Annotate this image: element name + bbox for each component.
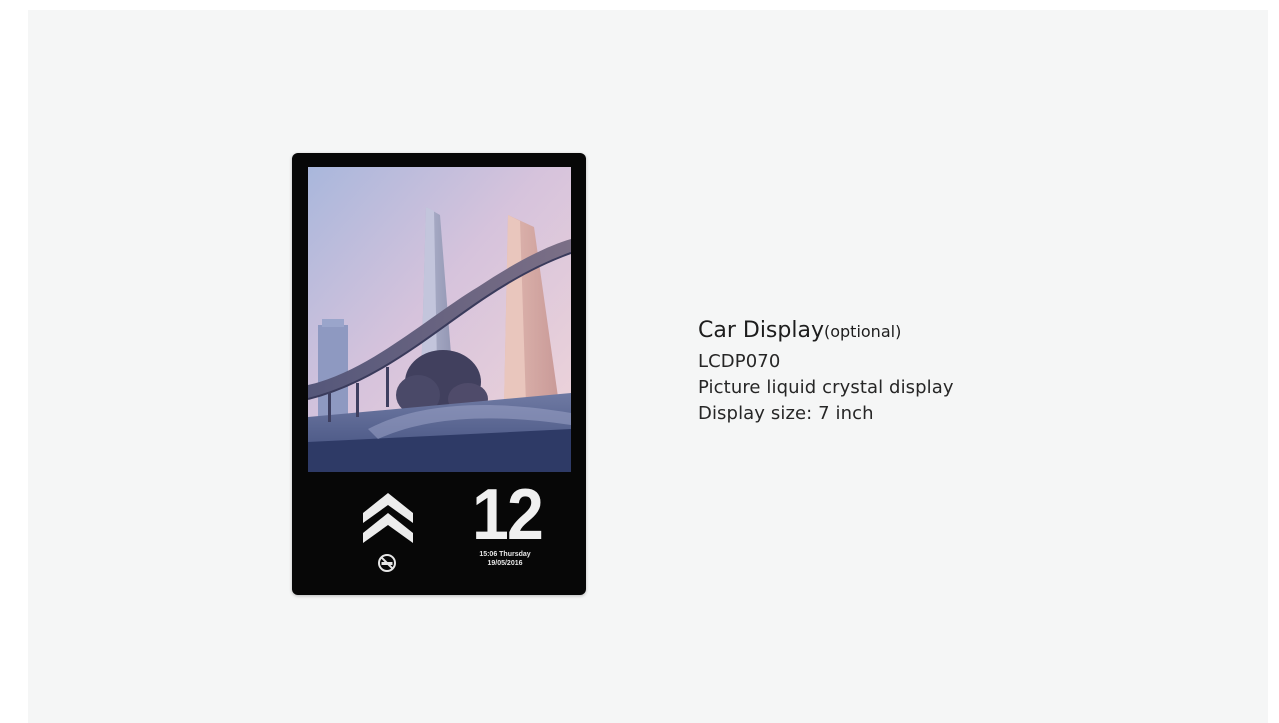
double-chevron-up-icon	[361, 491, 415, 547]
display-picture	[308, 167, 571, 472]
date-time-readout: 15:06 Thursday 19/05/2016	[460, 550, 550, 568]
product-model: LCDP070	[698, 351, 781, 372]
product-title-suffix: (optional)	[823, 322, 902, 341]
date: 19/05/2016	[487, 560, 523, 567]
product-title-row: Car Display(optional)	[698, 314, 1118, 349]
no-smoking-icon	[377, 553, 397, 573]
product-title: Car Display	[698, 318, 824, 343]
floor-number: 12	[471, 475, 544, 555]
time-day: 15:06 Thursday	[479, 551, 531, 558]
car-display-device: 12 15:06 Thursday 19/05/2016	[292, 153, 586, 595]
product-size: Display size: 7 inch	[698, 403, 874, 424]
product-info: Car Display(optional) LCDP070 Picture li…	[698, 314, 1118, 427]
product-description: Picture liquid crystal display	[698, 377, 954, 398]
